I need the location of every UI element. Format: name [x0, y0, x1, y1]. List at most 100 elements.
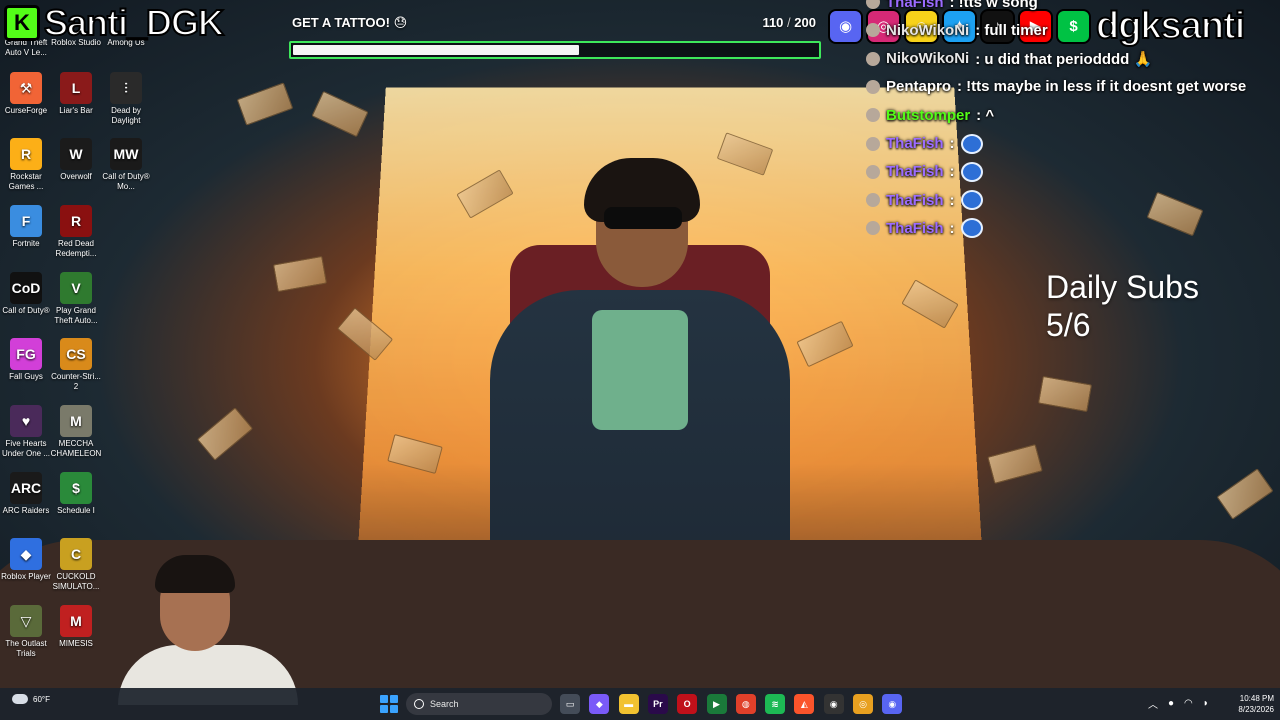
clock-time: 10:48 PM — [1239, 694, 1274, 703]
chat-badge-icon — [866, 79, 880, 94]
volume-icon[interactable]: ◗ — [1203, 698, 1209, 709]
desktop-icon[interactable]: M MIMESIS — [50, 605, 102, 649]
desktop-icon[interactable]: CoD Call of Duty® — [0, 272, 52, 316]
wallpaper-money-bill — [311, 90, 369, 138]
desktop-icon-label: The Outlast Trials — [5, 639, 47, 658]
clock-date: 8/23/2026 — [1238, 705, 1274, 714]
chat-message: ThaFish: — [866, 160, 983, 184]
app-icon: $ — [60, 472, 92, 504]
app-icon: CS — [60, 338, 92, 370]
desktop-icon[interactable]: R Rockstar Games ... — [0, 138, 52, 192]
desktop-icon[interactable]: ⫶ Dead by Daylight — [100, 72, 152, 126]
wallpaper-money-bill — [236, 82, 294, 126]
taskbar-clock[interactable]: 10:48 PM 8/23/2026 — [1222, 693, 1274, 715]
chat-username: ThaFish — [886, 219, 944, 237]
desktop-icon-label: Roblox Player — [1, 572, 51, 581]
taskbar-search[interactable]: Search — [406, 693, 552, 715]
streamer-name: Santi_DGK — [43, 1, 225, 44]
brave-icon[interactable]: ◭ — [794, 694, 815, 714]
system-tray: ︿ ● ◠ ◗ — [1148, 696, 1209, 711]
chat-emote-icon — [960, 190, 983, 211]
app-icon: ⫶ — [110, 72, 142, 104]
streamlabs-icon[interactable]: ▶ — [706, 694, 727, 714]
obs-icon[interactable]: ◉ — [823, 694, 844, 714]
chevron-up-icon[interactable]: ︿ — [1148, 696, 1158, 711]
desktop-icon[interactable]: C CUCKOLD SIMULATO... — [50, 538, 102, 592]
discord-taskbar-icon[interactable]: ◉ — [882, 694, 903, 714]
microphone-icon[interactable]: ● — [1168, 698, 1174, 709]
chat-badge-icon — [866, 221, 880, 236]
chat-text: : ^ — [976, 106, 995, 124]
weather-temperature: 60°F — [33, 694, 50, 704]
task-view-icon[interactable]: ▭ — [560, 694, 580, 714]
chat-badge-icon — [866, 136, 880, 151]
desktop-icon-label: Dead by Daylight — [111, 106, 141, 125]
chat-message: Pentapro : !tts maybe in less if it doesn… — [866, 75, 1246, 99]
desktop-icon-label: Call of Duty® — [2, 306, 50, 315]
desktop-icon[interactable]: M MECCHA CHAMELEON — [50, 405, 102, 459]
weather-widget[interactable]: 60°F — [12, 694, 50, 704]
chrome-alt-icon[interactable]: ◍ — [735, 694, 756, 714]
chat-message: ThaFish: — [866, 132, 983, 156]
desktop-icon-label: Fortnite — [12, 239, 40, 248]
app-icon: W — [60, 138, 92, 170]
desktop-icon[interactable]: FG Fall Guys — [0, 338, 52, 382]
desktop-icon[interactable]: ⚒ CurseForge — [0, 72, 52, 116]
desktop-icon[interactable]: ARC ARC Raiders — [0, 472, 52, 516]
chat-text: : — [949, 135, 955, 152]
goal-target: 200 — [794, 15, 816, 30]
desktop-icon[interactable]: ♥ Five Hearts Under One ... — [0, 405, 52, 459]
chat-username: Butstomper — [886, 106, 971, 124]
search-placeholder: Search — [430, 699, 459, 709]
chat-username: ThaFish — [886, 191, 944, 209]
app-icon: R — [10, 138, 42, 170]
streamer-name-overlay: K Santi_DGK — [4, 1, 225, 44]
copilot-icon[interactable]: ◆ — [589, 694, 610, 714]
chat-message: ThaFish: — [866, 216, 983, 240]
desktop-icon[interactable]: R Red Dead Redempti... — [50, 205, 102, 259]
desktop-icon[interactable]: ◆ Roblox Player — [0, 538, 52, 582]
webcam-person-hair — [155, 555, 235, 593]
desktop-icon[interactable]: ▽ The Outlast Trials — [0, 605, 52, 659]
app-icon: M — [60, 405, 92, 437]
desktop-icon-label: Fall Guys — [9, 372, 43, 381]
goal-progress-bar — [289, 41, 821, 59]
desktop-icon[interactable]: W Overwolf — [50, 138, 102, 182]
app-icon: ◆ — [10, 538, 42, 570]
app-icon: ▽ — [10, 605, 42, 637]
desktop-icon-label: CUCKOLD SIMULATO... — [52, 572, 100, 591]
desktop-icon-label: Schedule I — [57, 506, 95, 515]
spotify-icon[interactable]: ≋ — [765, 694, 786, 714]
desktop-icon[interactable]: CS Counter-Stri... 2 — [50, 338, 102, 392]
wallpaper-money-bill — [272, 255, 328, 293]
desktop-icon[interactable]: F Fortnite — [0, 205, 52, 249]
chat-emote-icon — [960, 133, 983, 154]
windows-logo-quad — [380, 705, 388, 713]
desktop-icon[interactable]: MW Call of Duty® Mo... — [100, 138, 152, 192]
chat-text: : — [949, 219, 955, 237]
kick-logo-icon: K — [4, 5, 40, 41]
chat-username: ThaFish — [886, 135, 944, 152]
search-icon — [414, 699, 424, 709]
wifi-icon[interactable]: ◠ — [1184, 698, 1193, 709]
desktop-icon[interactable]: V Play Grand Theft Auto... — [50, 272, 102, 326]
chat-username: ThaFish — [886, 0, 944, 11]
chat-badge-icon — [866, 23, 880, 38]
chrome-icon[interactable]: ◎ — [853, 694, 873, 714]
desktop-icon-label: Call of Duty® Mo... — [102, 172, 150, 191]
chat-text: : full timer — [975, 21, 1048, 39]
windows-logo-quad — [380, 695, 388, 703]
desktop-icon[interactable]: L Liar's Bar — [50, 72, 102, 116]
start-button[interactable] — [380, 695, 398, 713]
premiere-icon[interactable]: Pr — [647, 694, 668, 714]
chat-username: Pentapro — [886, 78, 952, 96]
wallpaper-money-bill — [987, 444, 1043, 484]
chat-text: : !tts maybe in less if it doesnt get wo… — [957, 78, 1247, 96]
file-explorer-icon[interactable]: ▬ — [618, 694, 639, 714]
cloud-icon — [12, 694, 28, 704]
desktop-icon[interactable]: $ Schedule I — [50, 472, 102, 516]
chat-text: : !tts w song — [949, 0, 1038, 11]
desktop-icon-label: Red Dead Redempti... — [55, 239, 97, 258]
chat-badge-icon — [866, 164, 880, 179]
opera-icon[interactable]: O — [677, 694, 698, 714]
